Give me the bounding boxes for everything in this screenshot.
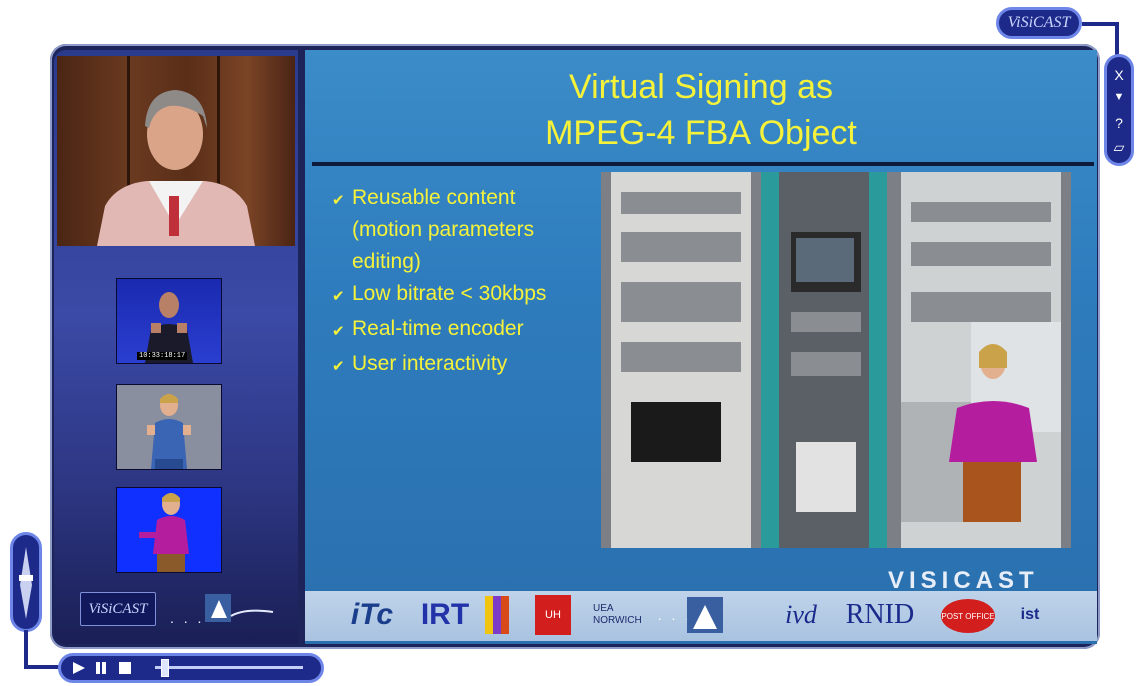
minimize-button[interactable]: ▼ [1107, 91, 1131, 103]
equipment-photo [601, 172, 1071, 548]
partner-logo-ist: ist [1020, 606, 1040, 623]
connector [24, 630, 28, 668]
partner-logo-uea: UEA NORWICH [593, 603, 642, 626]
slide-title: Virtual Signing as MPEG-4 FBA Object [305, 64, 1097, 156]
close-button[interactable]: X [1107, 67, 1131, 83]
check-icon: ✔ [332, 358, 345, 375]
thumbnail-avatar-blue[interactable] [116, 487, 222, 573]
bullet-text: User interactivity [352, 352, 508, 375]
avatar-figure [139, 493, 189, 572]
bullet-item: ✔ Real-time encoder [332, 313, 602, 348]
bullet-item: ✔ User interactivity [332, 348, 602, 383]
open-folder-button[interactable]: ▱ [1107, 139, 1131, 156]
bullet-item: ✔ Low bitrate < 30kbps [332, 278, 602, 313]
partner-logo-icon [685, 595, 725, 635]
title-divider [312, 162, 1094, 166]
bullet-text: Real-time encoder [352, 317, 524, 340]
partner-logo-itc: iTc [350, 598, 394, 631]
partner-logo-post-office: POST OFFICE [941, 599, 995, 633]
bullet-text: Low bitrate < 30kbps [352, 282, 547, 305]
stop-icon[interactable] [117, 661, 133, 675]
playback-controls [58, 653, 324, 683]
thumbnail-human-signer[interactable]: 10:33:18:17 [116, 278, 222, 364]
visicast-logo-button[interactable]: ViSiCAST [996, 7, 1082, 39]
check-icon: ✔ [332, 288, 345, 305]
visicast-logo[interactable]: ViSiCAST [80, 592, 156, 626]
seek-bar[interactable] [155, 666, 303, 669]
volume-slider[interactable] [10, 532, 42, 632]
signer-figure [145, 292, 193, 363]
equipment-racks-image [601, 172, 1071, 548]
bullet-list: ✔ Reusable content (motion parameters edi… [332, 182, 602, 383]
avatar-figure [147, 394, 191, 469]
connector [1082, 22, 1118, 26]
presenter-video[interactable] [57, 56, 295, 246]
ellipsis: . . . [170, 610, 205, 626]
check-icon: ✔ [332, 323, 345, 340]
bullet-item: ✔ Reusable content (motion parameters edi… [332, 182, 602, 278]
connector [24, 665, 60, 669]
help-button[interactable]: ? [1107, 115, 1131, 131]
window-controls: X ▼ ? ▱ [1104, 54, 1134, 166]
partner-logo-irt: IRT [420, 598, 470, 631]
title-line-1: Virtual Signing as [569, 68, 833, 106]
partner-logo-icon [205, 594, 274, 622]
title-line-2: MPEG-4 FBA Object [545, 114, 857, 152]
pause-icon[interactable] [93, 661, 109, 675]
partner-logo-bar: iTc IRT UH UEA NORWICH . . . ivd RNID PO… [305, 591, 1097, 641]
partner-logo-flag [485, 595, 509, 635]
presenter-figure [97, 90, 255, 246]
partner-logo-ivd: ivd [785, 600, 817, 629]
timecode: 10:33:18:17 [137, 352, 188, 360]
partner-logo-uh: UH [535, 595, 571, 635]
connector [1115, 22, 1119, 58]
play-icon[interactable] [71, 661, 87, 675]
volume-icon [19, 547, 33, 619]
check-icon: ✔ [332, 192, 345, 209]
thumbnail-avatar-gray[interactable] [116, 384, 222, 470]
seek-handle[interactable] [161, 659, 169, 677]
partner-logo-rnid: RNID [845, 599, 915, 630]
bullet-text: Reusable content (motion parameters edit… [352, 186, 535, 273]
